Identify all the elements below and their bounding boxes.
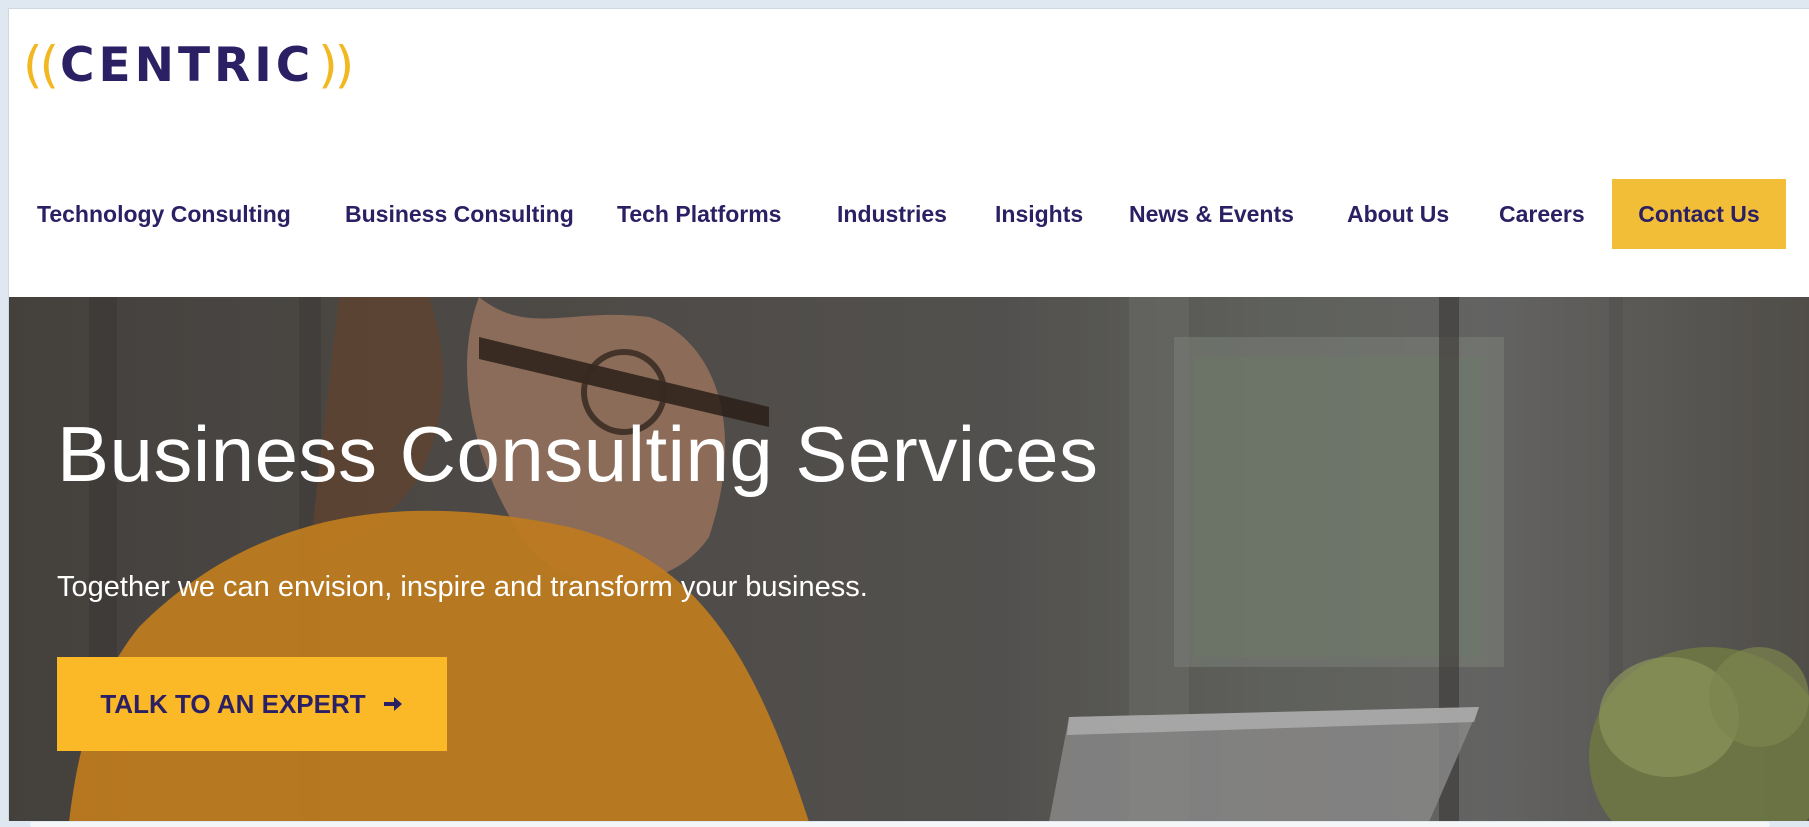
logo-wordmark: CENTRIC [60,37,315,93]
nav-item-technology-consulting[interactable]: Technology Consulting [37,179,291,249]
contact-us-button[interactable]: Contact Us [1612,179,1786,249]
hero-subtitle: Together we can envision, inspire and tr… [57,571,868,603]
main-navigation: Technology Consulting Business Consultin… [9,179,1809,259]
nav-item-news-events[interactable]: News & Events [1129,179,1294,249]
centric-logo[interactable]: (( CENTRIC )) [23,35,354,95]
horizontal-scrollbar-thumb[interactable] [30,822,1770,827]
hero-banner: Business Consulting Services Together we… [9,297,1809,822]
talk-to-an-expert-label: TALK TO AN EXPERT [100,688,366,719]
nav-item-industries[interactable]: Industries [837,179,947,249]
talk-to-an-expert-button[interactable]: TALK TO AN EXPERT [57,657,447,751]
hero-title: Business Consulting Services [57,410,1099,498]
logo-right-parens: )) [318,36,354,94]
nav-item-about-us[interactable]: About Us [1347,179,1449,249]
browser-viewport: (( CENTRIC )) Technology Consulting Busi… [8,8,1809,822]
logo-left-parens: (( [23,36,59,94]
nav-item-insights[interactable]: Insights [995,179,1083,249]
nav-item-tech-platforms[interactable]: Tech Platforms [617,179,781,249]
arrow-right-icon [380,692,404,716]
nav-item-careers[interactable]: Careers [1499,179,1585,249]
nav-item-business-consulting[interactable]: Business Consulting [345,179,574,249]
